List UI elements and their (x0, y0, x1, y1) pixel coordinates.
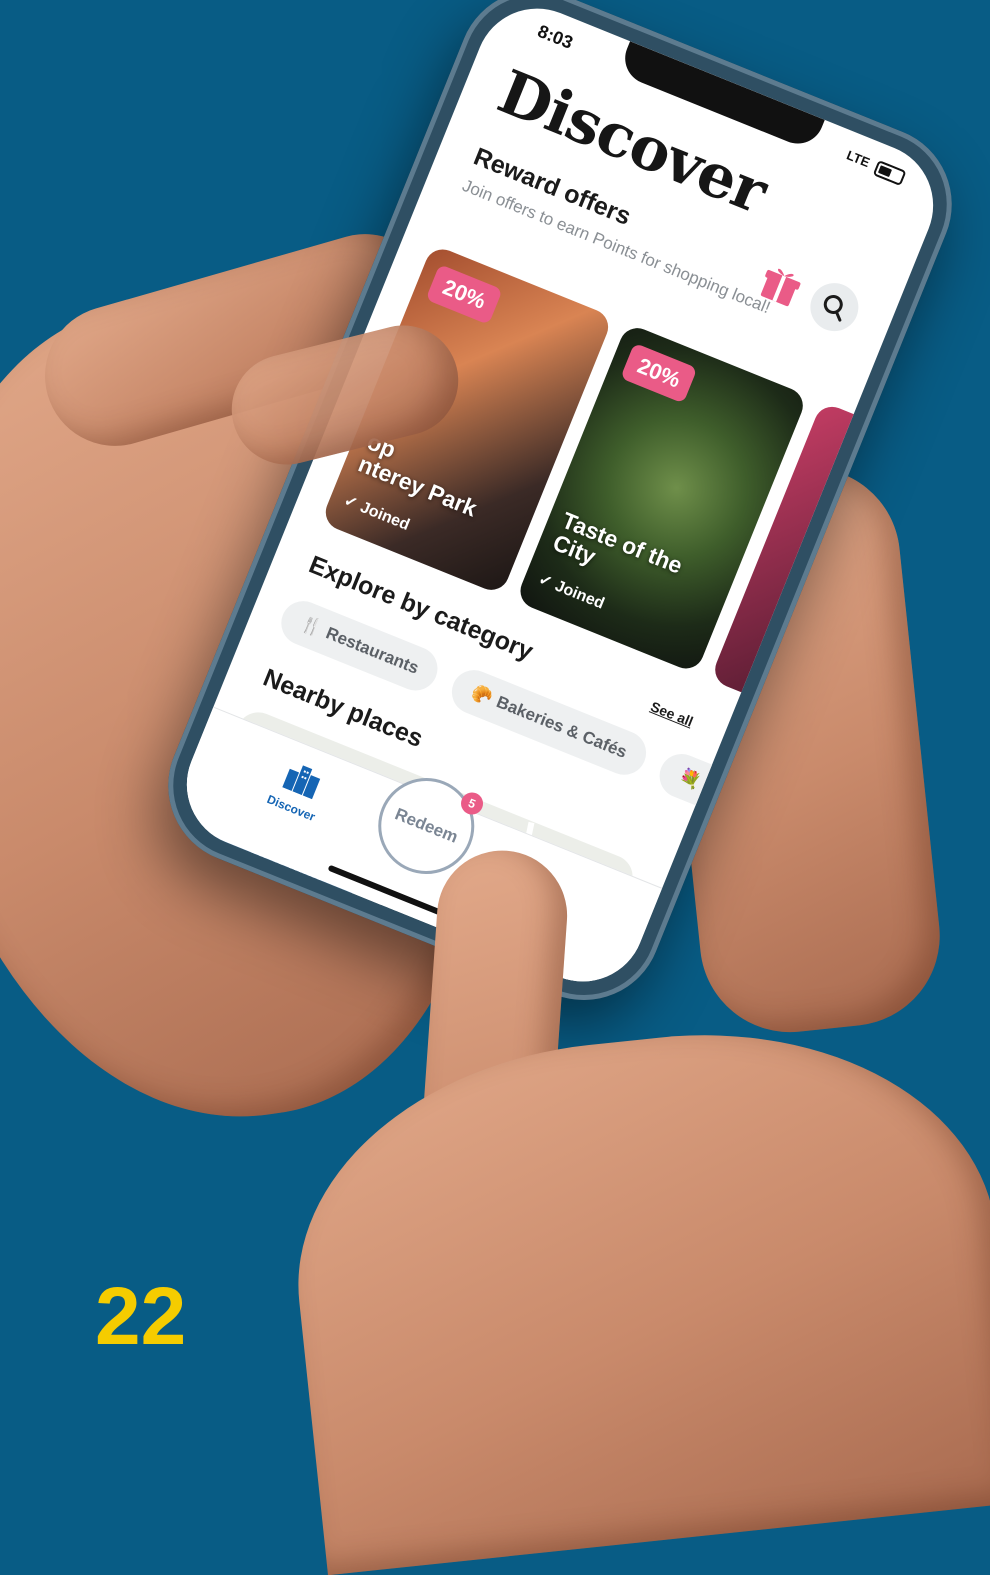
croissant-icon: 🥐 (468, 682, 496, 708)
right-hand-palm (275, 1004, 990, 1575)
discount-badge: 20% (620, 342, 698, 404)
search-button[interactable] (803, 275, 866, 339)
status-indicators: LTE (844, 147, 907, 186)
offer-status-label: Joined (357, 498, 412, 534)
page-number: 22 (95, 1271, 187, 1362)
battery-icon (872, 159, 907, 186)
category-label: Bakeries & Cafés (493, 692, 630, 762)
discount-badge: 20% (425, 264, 503, 325)
offer-status-label: Joined (552, 577, 607, 613)
status-time: 8:03 (534, 20, 576, 53)
flowers-icon: 💐 (676, 766, 704, 792)
tab-discover-label: Discover (265, 792, 318, 825)
tab-discover[interactable]: Discover (251, 750, 345, 829)
offer-status: ✓ Joined (341, 490, 413, 535)
network-label: LTE (844, 147, 873, 171)
category-chip-bakeries[interactable]: 🥐Bakeries & Cafés (445, 663, 653, 782)
category-label: Restaurants (323, 623, 422, 678)
search-icon (823, 294, 843, 322)
buildings-icon (282, 765, 321, 800)
fork-knife-icon: 🍴 (298, 613, 325, 639)
see-all-link[interactable]: See all (648, 698, 695, 729)
redeem-label: Redeem (392, 804, 461, 847)
offer-status: ✓ Joined (536, 569, 608, 614)
